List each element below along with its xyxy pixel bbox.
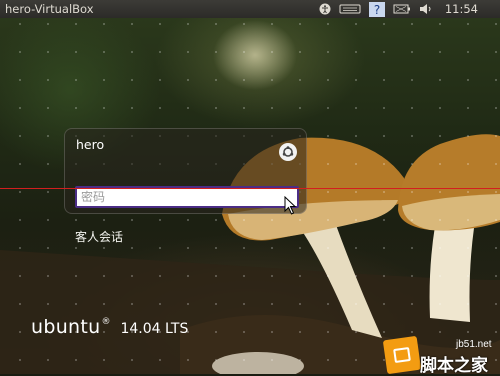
password-field[interactable]: [75, 186, 299, 208]
ubuntu-logo: ubuntu ® 14.04 LTS: [31, 316, 188, 338]
clock[interactable]: 11:54: [445, 2, 478, 16]
session-chooser-button[interactable]: [279, 143, 297, 161]
login-box: hero: [64, 128, 307, 214]
svg-text:?: ?: [374, 3, 380, 17]
highlight-line: [0, 188, 500, 189]
guest-session-option[interactable]: 客人会话: [75, 228, 123, 245]
watermark-logo-icon: [382, 335, 422, 375]
indicator-area: ? 11:54: [319, 0, 500, 18]
watermark-name: 脚本之家: [420, 356, 488, 376]
top-panel: hero-VirtualBox ? 11:54: [0, 0, 500, 18]
user-name[interactable]: hero: [76, 137, 104, 152]
ubuntu-session-icon: [282, 146, 294, 157]
brand-name: ubuntu: [31, 316, 101, 338]
volume-icon[interactable]: [419, 0, 433, 18]
keyboard-layout-icon[interactable]: [339, 0, 361, 18]
host-name: hero-VirtualBox: [5, 2, 94, 16]
registered-mark: ®: [101, 317, 111, 327]
mouse-cursor-icon: [284, 196, 297, 215]
help-icon[interactable]: ?: [368, 0, 385, 18]
watermark-site: jb51.net: [456, 339, 492, 350]
version-label: 14.04 LTS: [120, 321, 189, 337]
battery-icon[interactable]: [393, 0, 411, 18]
accessibility-icon[interactable]: [319, 0, 331, 18]
